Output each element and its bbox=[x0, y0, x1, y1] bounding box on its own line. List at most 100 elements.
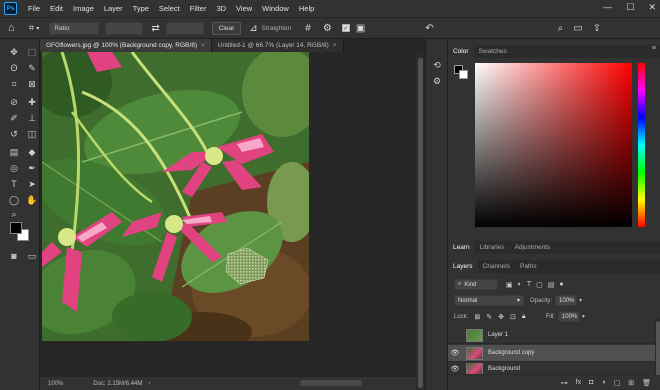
properties-panel-icon[interactable]: ⚙ bbox=[431, 75, 443, 87]
lasso-icon[interactable]: ʘ bbox=[6, 61, 22, 75]
eye-icon[interactable]: 👁 bbox=[448, 349, 462, 357]
path-select-icon[interactable]: ➤ bbox=[24, 177, 40, 191]
menu-edit[interactable]: Edit bbox=[45, 4, 68, 13]
brush-icon[interactable]: ✐ bbox=[6, 111, 22, 125]
status-arrow-icon[interactable]: › bbox=[148, 381, 150, 387]
straighten-icon[interactable]: ⊿ bbox=[249, 23, 257, 34]
layer-style-icon[interactable]: fx bbox=[576, 379, 581, 386]
frame-icon[interactable]: ⊠ bbox=[24, 77, 40, 91]
workspace-icon[interactable]: ▭ bbox=[573, 23, 582, 34]
layer-row-background[interactable]: 👁 Background bbox=[448, 363, 655, 375]
color-picker-field[interactable] bbox=[475, 63, 632, 227]
fill-field[interactable]: 100% bbox=[557, 311, 580, 322]
blend-mode-dropdown[interactable]: Normal ▾ bbox=[454, 295, 524, 306]
delete-cropped-checkbox[interactable]: ✓ bbox=[341, 24, 350, 32]
foreground-color-swatch[interactable] bbox=[10, 222, 22, 234]
tab-layers[interactable]: Layers bbox=[448, 260, 478, 273]
history-panel-icon[interactable]: ⟲ bbox=[431, 59, 443, 71]
canvas-horizontal-scrollbar[interactable] bbox=[300, 380, 362, 386]
eye-icon[interactable]: 👁 bbox=[448, 365, 462, 373]
eraser-icon[interactable]: ◫ bbox=[24, 127, 40, 141]
close-icon[interactable]: × bbox=[201, 42, 205, 49]
scroll-thumb[interactable] bbox=[656, 321, 660, 377]
trash-icon[interactable]: 🗑 bbox=[642, 379, 651, 387]
lock-position-icon[interactable]: ✥ bbox=[498, 313, 504, 321]
link-layers-icon[interactable]: ⊶ bbox=[561, 379, 568, 387]
clear-button[interactable]: Clear bbox=[211, 21, 242, 35]
eyedropper-icon[interactable]: ⊘ bbox=[6, 95, 22, 109]
layer-row-background-copy[interactable]: 👁 Background copy bbox=[448, 345, 655, 362]
type-filter-icon[interactable]: T bbox=[527, 281, 531, 288]
maximize-button[interactable]: ☐ bbox=[626, 2, 634, 13]
share-icon[interactable]: ⇪ bbox=[593, 23, 601, 34]
chevron-down-icon[interactable]: ▾ bbox=[582, 313, 585, 320]
dodge-icon[interactable]: ◎ bbox=[6, 161, 22, 175]
tab-adjustments[interactable]: Adjustments bbox=[510, 241, 556, 254]
menu-window[interactable]: Window bbox=[257, 4, 294, 13]
menu-layer[interactable]: Layer bbox=[99, 4, 128, 13]
menu-file[interactable]: File bbox=[23, 4, 45, 13]
menu-view[interactable]: View bbox=[231, 4, 257, 13]
close-button[interactable]: ✕ bbox=[648, 2, 656, 13]
menu-help[interactable]: Help bbox=[294, 4, 319, 13]
zoom-level[interactable]: 100% bbox=[48, 381, 63, 387]
kind-filter-dropdown[interactable]: ⌕ Kind bbox=[454, 279, 498, 290]
search-icon[interactable]: ⌕ bbox=[558, 23, 564, 34]
layer-mask-icon[interactable]: ◘ bbox=[589, 379, 593, 386]
lock-image-icon[interactable]: ✎ bbox=[486, 313, 492, 321]
home-icon[interactable]: ⌂ bbox=[8, 22, 15, 34]
adjustment-filter-icon[interactable]: ◐ bbox=[518, 281, 522, 288]
pixel-filter-icon[interactable]: ▣ bbox=[506, 281, 513, 289]
menu-filter[interactable]: Filter bbox=[185, 4, 212, 13]
adjustment-layer-icon[interactable]: ◑ bbox=[601, 379, 605, 386]
healing-icon[interactable]: ✚ bbox=[24, 95, 40, 109]
blur-icon[interactable]: ◆ bbox=[24, 145, 40, 159]
menu-select[interactable]: Select bbox=[154, 4, 185, 13]
grid-overlay-icon[interactable]: # bbox=[305, 23, 311, 34]
hue-slider[interactable] bbox=[638, 63, 645, 227]
swap-icon[interactable]: ⇄ bbox=[151, 23, 159, 34]
history-brush-icon[interactable]: ↺ bbox=[6, 127, 22, 141]
crop-tool-icon[interactable]: ⌗ bbox=[29, 23, 35, 34]
minimize-button[interactable]: — bbox=[603, 2, 612, 13]
straighten-label[interactable]: Straighten bbox=[262, 25, 292, 32]
gradient-icon[interactable]: ▤ bbox=[6, 145, 22, 159]
stamp-icon[interactable]: ⊥ bbox=[24, 111, 40, 125]
pen-icon[interactable]: ✒ bbox=[24, 161, 40, 175]
chevron-down-icon[interactable]: ▾ bbox=[36, 25, 39, 32]
new-layer-icon[interactable]: ⊞ bbox=[628, 379, 634, 387]
tab-libraries[interactable]: Libraries bbox=[475, 241, 510, 254]
lock-all-icon[interactable]: 🔒︎ bbox=[522, 313, 526, 321]
hand-icon[interactable]: ✋ bbox=[24, 193, 40, 207]
type-icon[interactable]: T bbox=[6, 177, 22, 191]
filter-toggle-icon[interactable]: ● bbox=[559, 281, 563, 288]
tab-channels[interactable]: Channels bbox=[478, 260, 515, 273]
tab-learn[interactable]: Learn bbox=[448, 241, 475, 254]
quick-mask-icon[interactable]: ◙ bbox=[6, 249, 22, 263]
scroll-thumb[interactable] bbox=[418, 58, 423, 388]
tab-swatches[interactable]: Swatches bbox=[474, 45, 512, 58]
layer-row-layer-1[interactable]: Layer 1 bbox=[448, 327, 655, 344]
canvas-area[interactable] bbox=[40, 52, 416, 377]
height-field[interactable] bbox=[165, 21, 204, 35]
menu-image[interactable]: Image bbox=[68, 4, 99, 13]
tab-color[interactable]: Color bbox=[448, 45, 474, 58]
lock-transparent-icon[interactable]: ⊠ bbox=[474, 313, 480, 321]
opacity-field[interactable]: 100% bbox=[555, 295, 578, 306]
group-icon[interactable]: ▢ bbox=[614, 379, 621, 387]
tab-gfgflowers[interactable]: GFGflowers.jpg @ 100% (Background copy, … bbox=[40, 39, 212, 52]
mini-background-swatch[interactable] bbox=[459, 70, 468, 79]
zoom-icon[interactable]: ⌕ bbox=[6, 207, 22, 221]
chevron-down-icon[interactable]: ▾ bbox=[579, 297, 582, 304]
width-field[interactable] bbox=[105, 21, 144, 35]
reset-icon[interactable]: ↶ bbox=[425, 23, 433, 34]
quick-select-icon[interactable]: ✎ bbox=[24, 61, 40, 75]
menu-3d[interactable]: 3D bbox=[211, 4, 231, 13]
lock-artboard-icon[interactable]: ⊡ bbox=[510, 313, 516, 321]
crop-icon[interactable]: ⌗ bbox=[6, 77, 22, 91]
document-image[interactable] bbox=[42, 52, 309, 341]
panel-menu-icon[interactable]: ≡ bbox=[652, 45, 656, 52]
tab-untitled-1[interactable]: Untitled-1 @ 66.7% (Layer 14, RGB/8) × bbox=[211, 39, 344, 52]
ratio-dropdown[interactable]: Ratio bbox=[49, 21, 100, 35]
shape-icon[interactable]: ◯ bbox=[6, 193, 22, 207]
